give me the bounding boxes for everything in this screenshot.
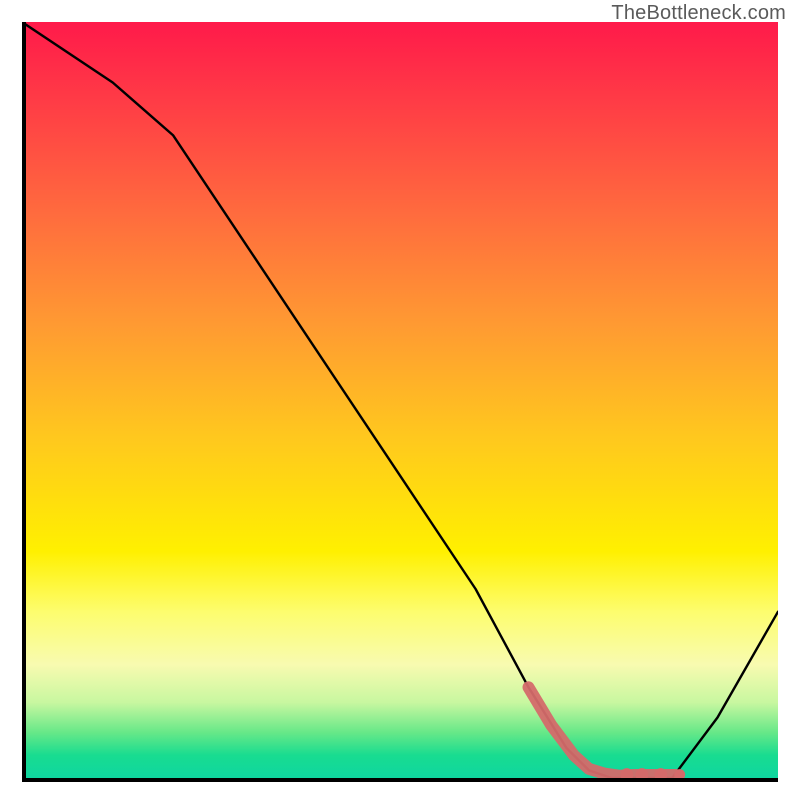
- plot-area: [22, 22, 778, 778]
- chart-container: TheBottleneck.com: [0, 0, 800, 800]
- watermark-label: TheBottleneck.com: [611, 2, 786, 25]
- accent-highlight-path: [529, 687, 676, 775]
- x-axis: [22, 778, 778, 782]
- chart-svg: [22, 22, 778, 778]
- bottleneck-curve-path: [22, 22, 778, 778]
